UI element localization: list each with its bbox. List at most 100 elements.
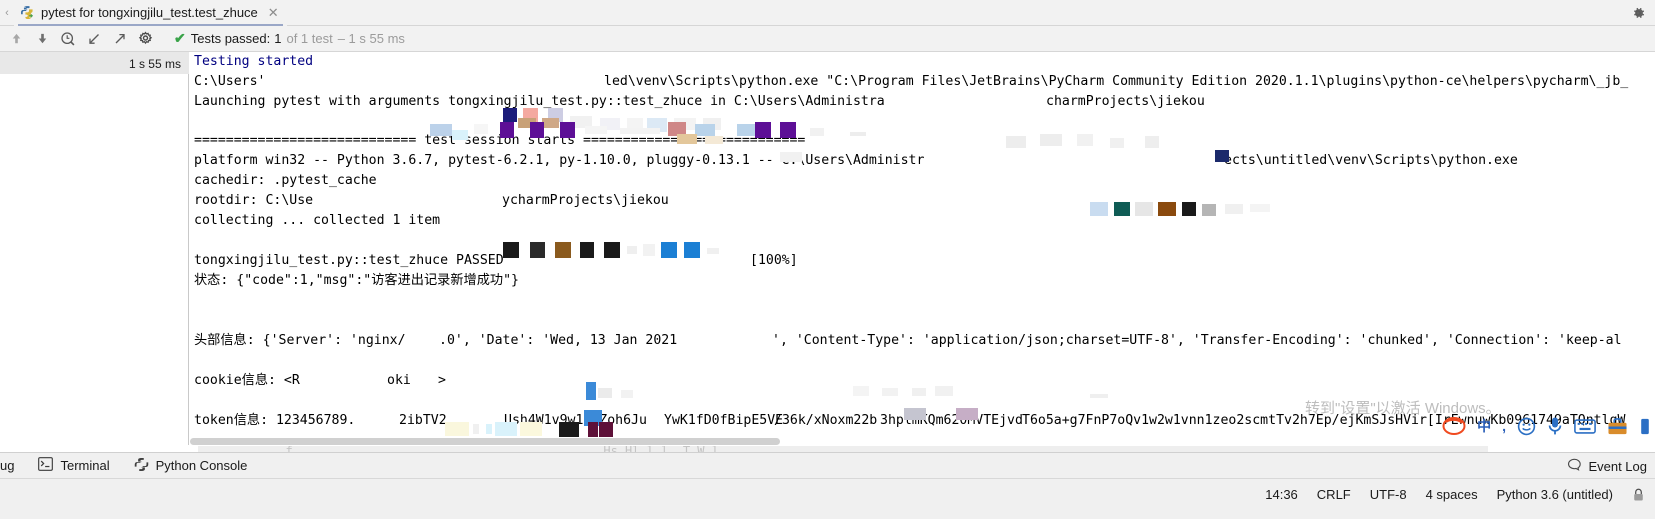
redaction-block: [1135, 202, 1153, 216]
redaction-block: [580, 242, 594, 258]
console-horizontal-scrollbar[interactable]: [190, 437, 1655, 446]
redaction-block: [1040, 134, 1062, 146]
redaction-block: [935, 386, 953, 396]
redaction-block: [598, 388, 612, 398]
python-test-icon: [20, 5, 35, 20]
tab-pytest-run[interactable]: pytest for tongxingjilu_test.test_zhuce …: [14, 0, 287, 26]
lock-icon[interactable]: [1632, 488, 1645, 502]
sogou-icon[interactable]: [1442, 415, 1466, 437]
console-line: Launching pytest with arguments tongxing…: [194, 94, 885, 109]
clock-search-icon[interactable]: [56, 28, 80, 50]
status-line-separator[interactable]: CRLF: [1317, 487, 1351, 502]
tool-window-python-console-label: Python Console: [155, 458, 248, 473]
redaction-block: [1182, 202, 1196, 216]
windows-ime-tray: 中 ,: [1442, 415, 1651, 437]
tray-ime-chinese[interactable]: 中: [1477, 416, 1491, 436]
menu-icon[interactable]: [1639, 417, 1651, 436]
arrow-down-icon[interactable]: [30, 28, 54, 50]
arrow-up-icon[interactable]: [4, 28, 28, 50]
redaction-block: [1077, 134, 1093, 146]
redaction-block: [627, 246, 637, 254]
console-line: platform win32 -- Python 3.6.7, pytest-6…: [194, 153, 925, 168]
gear-icon[interactable]: [134, 28, 158, 50]
balloon-icon: [1567, 458, 1582, 475]
console-line: ycharmProjects\jiekou: [502, 193, 669, 208]
check-icon: ✔: [174, 30, 186, 46]
console-line: Testing started: [194, 54, 314, 69]
toolbox-icon[interactable]: [1607, 417, 1628, 436]
console-line: ============================ test sessio…: [194, 133, 806, 148]
tool-window-python-console[interactable]: Python Console: [122, 453, 260, 479]
console-line: ', 'Content-Type': 'application/json;cha…: [772, 333, 1622, 348]
tests-passed-count: 1: [274, 31, 282, 46]
console-line: YwK1fD0fBipE5VE: [664, 413, 784, 428]
redaction-block: [627, 118, 643, 130]
pycharm-window: ‹ pytest for tongxingjilu_test.test_zhuc…: [0, 0, 1655, 519]
redaction-block: [674, 118, 696, 130]
close-icon[interactable]: ✕: [268, 5, 279, 21]
tests-passed-label: Tests passed:: [190, 31, 271, 46]
console-output[interactable]: Testing started C:\Users' led\venv\Script…: [190, 52, 1655, 445]
arrow-expand-icon[interactable]: [108, 28, 132, 50]
microphone-icon[interactable]: [1547, 416, 1563, 436]
tests-total-label: of 1 test: [286, 31, 333, 46]
redaction-block: [1110, 138, 1124, 148]
redaction-block: [503, 242, 519, 258]
console-line: Ush4W1v9w1ojZoh6Ju: [504, 413, 647, 428]
console-line: 3hplmKQm620MVTEjvd: [880, 413, 1023, 428]
tool-window-terminal[interactable]: Terminal: [26, 453, 121, 479]
console-line: >: [438, 373, 446, 388]
console-line: tongxingjilu_test.py::test_zhuce PASSED: [194, 253, 504, 268]
run-toolbar: ✔ Tests passed: 1 of 1 test – 1 s 55 ms: [0, 26, 1655, 52]
console-line: .0', 'Date': 'Wed, 13 Jan 2021: [439, 333, 678, 348]
tests-duration-label: – 1 s 55 ms: [337, 31, 405, 46]
redaction-block: [1090, 202, 1108, 216]
console-line: token信息: 123456789.: [194, 413, 356, 428]
redaction-block: [586, 382, 596, 400]
status-indent[interactable]: 4 spaces: [1426, 487, 1478, 502]
console-line: [100%]: [750, 253, 798, 268]
tool-window-debug-label: ug: [0, 458, 15, 473]
chevron-left-icon[interactable]: ‹: [0, 0, 14, 26]
event-log-button[interactable]: Event Log: [1567, 458, 1647, 475]
redaction-block: [853, 386, 869, 396]
redaction-block: [473, 424, 479, 434]
console-line: oki: [387, 373, 411, 388]
redaction-block: [647, 118, 667, 132]
redaction-block: [600, 118, 620, 130]
redaction-block: [707, 248, 719, 254]
console-line: 2ibTV2: [399, 413, 447, 428]
redaction-block: [1250, 204, 1270, 212]
console-line: charmProjects\jiekou: [1046, 94, 1205, 109]
scrollbar-thumb[interactable]: [190, 438, 780, 445]
arrow-collapse-icon[interactable]: [82, 28, 106, 50]
tray-ime-punctuation[interactable]: ,: [1502, 418, 1506, 434]
redaction-block: [621, 390, 633, 398]
redaction-block: [518, 118, 536, 128]
smiley-icon[interactable]: [1517, 417, 1536, 436]
redaction-block: [555, 242, 571, 258]
redaction-block: [1202, 204, 1216, 216]
status-interpreter[interactable]: Python 3.6 (untitled): [1497, 487, 1613, 502]
tool-window-terminal-label: Terminal: [60, 458, 110, 473]
gear-icon[interactable]: [1630, 5, 1646, 21]
python-icon: [134, 457, 149, 475]
redaction-block: [1145, 136, 1159, 148]
keyboard-icon[interactable]: [1574, 418, 1596, 435]
status-bar: 14:36 CRLF UTF-8 4 spaces Python 3.6 (un…: [0, 478, 1655, 519]
redaction-block: [850, 132, 866, 136]
redaction-block: [882, 388, 898, 396]
redaction-block: [661, 242, 677, 258]
console-line: led\venv\Scripts\python.exe "C:\Program …: [604, 74, 1629, 89]
redaction-block: [1090, 394, 1108, 398]
tool-window-debug[interactable]: ug: [0, 453, 26, 479]
redaction-block: [445, 422, 469, 436]
test-tree-panel[interactable]: 1 s 55 ms: [0, 52, 189, 445]
terminal-icon: [38, 457, 54, 474]
redaction-block: [486, 424, 492, 434]
console-line: rootdir: C:\Use: [194, 193, 314, 208]
redaction-block: [684, 242, 700, 258]
status-encoding[interactable]: UTF-8: [1370, 487, 1407, 502]
console-line: collecting ... collected 1 item: [194, 213, 441, 228]
console-line: cookie信息: <R: [194, 373, 300, 388]
